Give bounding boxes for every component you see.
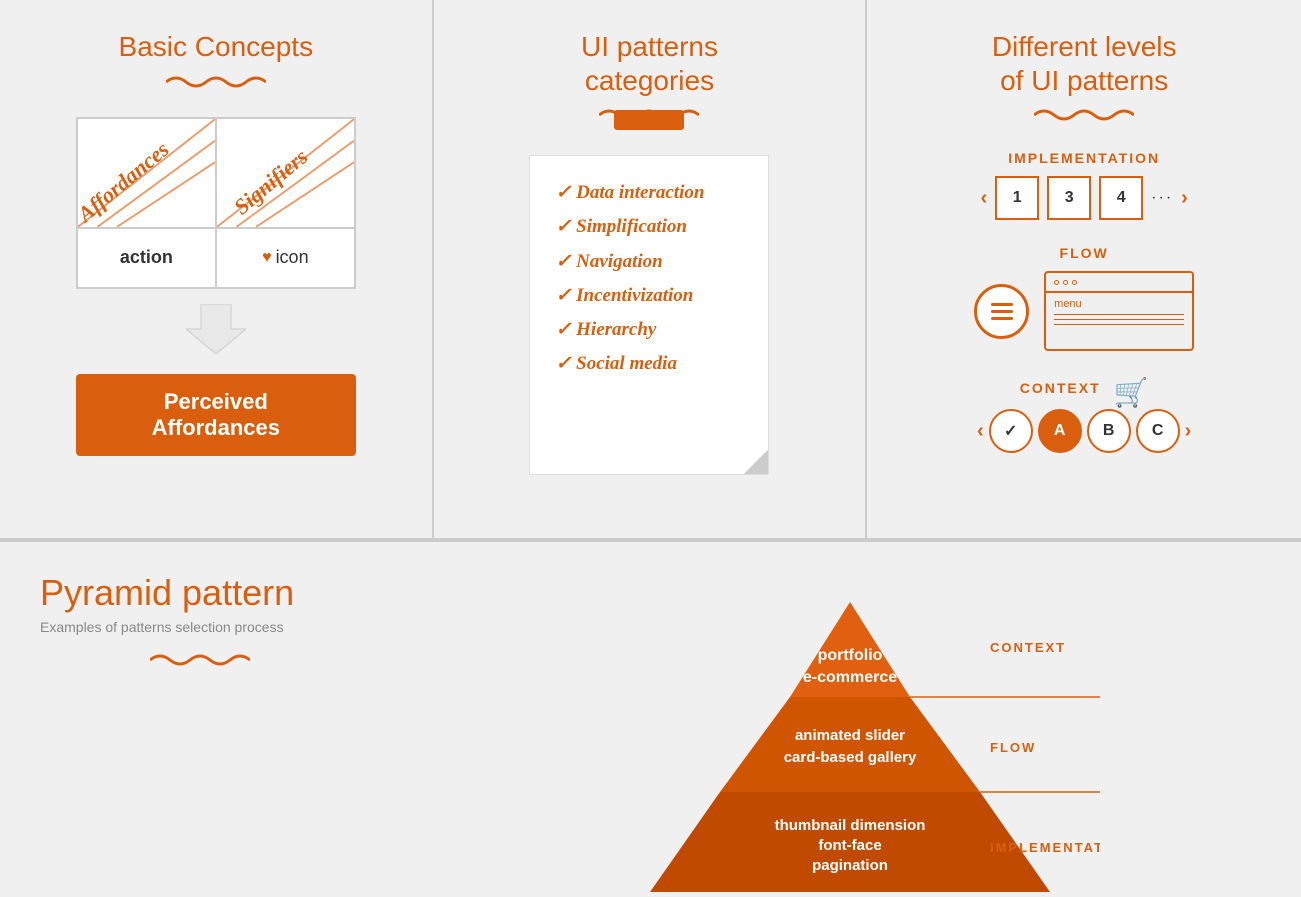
h-line-2 — [991, 310, 1013, 313]
page-btn-4[interactable]: 4 — [1099, 176, 1143, 220]
basic-concepts-title: Basic Concepts — [20, 30, 412, 64]
pyramid-left: Pyramid pattern Examples of patterns sel… — [0, 572, 400, 695]
svg-text:thumbnail dimension: thumbnail dimension — [775, 817, 926, 834]
browser-content: menu — [1046, 293, 1192, 330]
svg-text:pagination: pagination — [813, 857, 889, 874]
clipboard-clip — [614, 110, 684, 130]
step-b[interactable]: B — [1087, 409, 1131, 453]
pyramid-subtitle: Examples of patterns selection process — [40, 619, 360, 635]
perceived-affordances-label: Perceived Affordances — [152, 389, 280, 440]
flow-label: FLOW — [897, 245, 1271, 261]
next-arrow[interactable]: › — [1181, 187, 1188, 210]
affordances-cell: Affordances — [77, 118, 216, 228]
levels-wavy — [897, 105, 1271, 130]
svg-text:font-face: font-face — [819, 837, 882, 854]
browser-bar — [1046, 273, 1192, 293]
step-check[interactable]: ✓ — [989, 409, 1033, 453]
pyramid-section: Pyramid pattern Examples of patterns sel… — [0, 540, 1301, 869]
pyramid-title: Pyramid pattern — [40, 572, 360, 614]
dots: ··· — [1151, 189, 1173, 207]
svg-text:FLOW: FLOW — [990, 740, 1036, 755]
context-row: ‹ ✓ A B C › — [897, 409, 1271, 453]
browser-dot-1 — [1054, 280, 1059, 285]
list-item: ✓ Incentivization — [555, 279, 743, 313]
svg-text:CONTEXT: CONTEXT — [990, 640, 1066, 655]
cart-icon: 🛒 — [1114, 376, 1149, 409]
browser-dot-3 — [1072, 280, 1077, 285]
icon-cell: ♥ icon — [216, 228, 355, 288]
implementation-block: IMPLEMENTATION ‹ 1 3 4 ··· › — [897, 150, 1271, 220]
list-item: ✓ Navigation — [555, 245, 743, 279]
page-btn-1[interactable]: 1 — [995, 176, 1039, 220]
pagination-row: ‹ 1 3 4 ··· › — [897, 176, 1271, 220]
main-grid: Basic Concepts Affordances — [0, 0, 1301, 869]
step-c[interactable]: C — [1136, 409, 1180, 453]
menu-text: menu — [1054, 298, 1082, 310]
levels-section: Different levels of UI patterns IMPLEMEN… — [867, 0, 1301, 540]
pyramid-wavy — [40, 650, 360, 675]
flow-mockup: menu — [897, 271, 1271, 351]
pattern-list: ✓ Data interaction ✓ Simplification ✓ Na… — [555, 176, 743, 381]
clipboard-corner — [743, 449, 768, 474]
basic-concepts-wavy — [20, 72, 412, 97]
browser-dot-2 — [1063, 280, 1068, 285]
ui-patterns-section: UI patterns categories ✓ Data interactio… — [434, 0, 868, 540]
browser-mockup: menu — [1044, 271, 1194, 351]
context-next-arrow[interactable]: › — [1185, 420, 1192, 443]
list-item: ✓ Social media — [555, 347, 743, 381]
signifiers-cell: Signifiers — [216, 118, 355, 228]
icon-label: icon — [276, 247, 309, 268]
svg-text:IMPLEMENTATION: IMPLEMENTATION — [990, 840, 1100, 855]
levels-title: Different levels of UI patterns — [897, 30, 1271, 97]
h-line-1 — [991, 303, 1013, 306]
step-a[interactable]: A — [1038, 409, 1082, 453]
pyramid-svg: portfolio e-commerce animated slider car… — [600, 582, 1100, 892]
pyramid-container: portfolio e-commerce animated slider car… — [400, 572, 1301, 897]
action-label: action — [120, 247, 173, 268]
concepts-grid: Affordances Signifiers action — [76, 117, 356, 289]
pyramid-wrapper: portfolio e-commerce animated slider car… — [600, 582, 1100, 897]
perceived-affordances-box: Perceived Affordances — [76, 374, 356, 456]
flow-block: FLOW menu — [897, 245, 1271, 351]
down-arrow — [186, 304, 246, 359]
basic-concepts-section: Basic Concepts Affordances — [0, 0, 434, 540]
list-item: ✓ Hierarchy — [555, 313, 743, 347]
context-prev-arrow[interactable]: ‹ — [977, 420, 984, 443]
hamburger-menu[interactable] — [974, 284, 1029, 339]
heart-icon: ♥ — [262, 249, 272, 267]
ui-patterns-title: UI patterns categories — [454, 30, 846, 97]
list-item: ✓ Data interaction — [555, 176, 743, 210]
svg-text:animated slider: animated slider — [795, 727, 905, 744]
clipboard: ✓ Data interaction ✓ Simplification ✓ Na… — [529, 155, 769, 475]
list-item: ✓ Simplification — [555, 210, 743, 244]
implementation-label: IMPLEMENTATION — [897, 150, 1271, 166]
svg-text:portfolio: portfolio — [818, 647, 883, 664]
hamburger-lines — [991, 303, 1013, 320]
h-line-3 — [991, 317, 1013, 320]
context-block: CONTEXT 🛒 ‹ ✓ A B C › — [897, 376, 1271, 453]
page-btn-3[interactable]: 3 — [1047, 176, 1091, 220]
svg-text:e-commerce: e-commerce — [803, 669, 897, 686]
svg-text:card-based gallery: card-based gallery — [784, 749, 917, 766]
action-cell: action — [77, 228, 216, 288]
prev-arrow[interactable]: ‹ — [980, 187, 987, 210]
context-label: CONTEXT — [1020, 380, 1101, 396]
